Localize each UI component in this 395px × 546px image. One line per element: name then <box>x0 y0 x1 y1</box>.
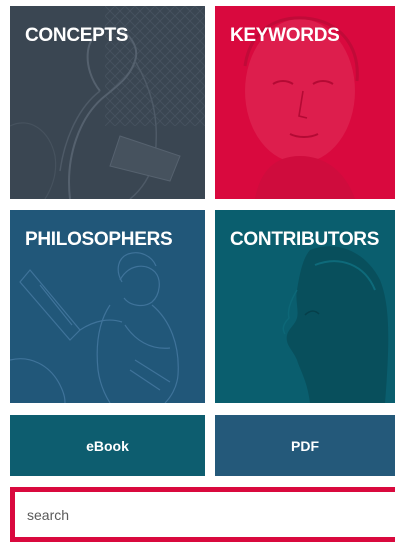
philosophers-tile[interactable]: PHILOSOPHERS <box>10 210 205 403</box>
keywords-tile[interactable]: KEYWORDS <box>215 6 395 199</box>
ebook-button[interactable]: eBook <box>10 415 205 476</box>
philosophers-label: PHILOSOPHERS <box>25 229 173 250</box>
search-box <box>10 487 395 542</box>
contributors-label: CONTRIBUTORS <box>230 229 380 250</box>
keywords-label: KEYWORDS <box>230 25 340 46</box>
pdf-button[interactable]: PDF <box>215 415 395 476</box>
concepts-label: CONCEPTS <box>25 25 129 46</box>
ebook-button-label: eBook <box>86 437 129 454</box>
pdf-button-label: PDF <box>291 437 319 454</box>
search-input[interactable] <box>15 492 395 537</box>
concepts-tile[interactable]: CONCEPTS <box>10 6 205 199</box>
contributors-tile[interactable]: CONTRIBUTORS <box>215 210 395 403</box>
